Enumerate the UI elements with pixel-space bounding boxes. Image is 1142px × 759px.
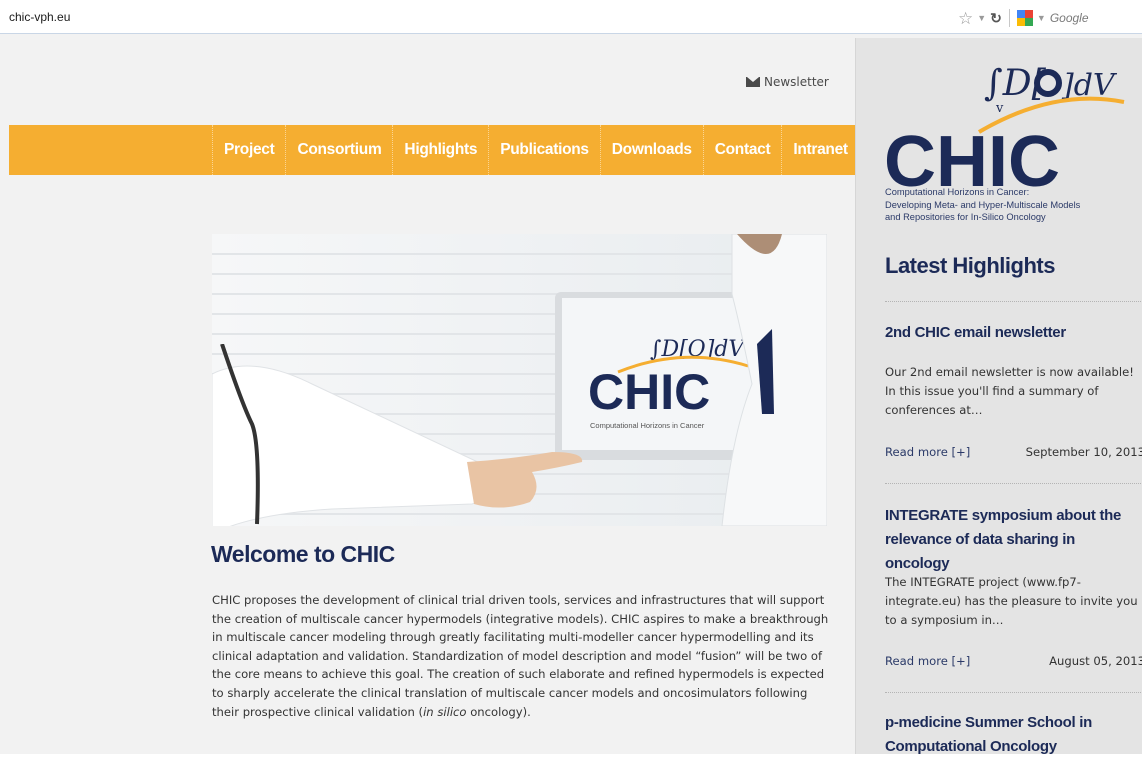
page: Newsletter Project Consortium Highlights… [0, 34, 1142, 755]
doctor-arm-illustration [212, 344, 583, 526]
highlight-title[interactable]: 2nd CHIC email newsletter [885, 321, 1142, 345]
hero-logo-text: CHIC [588, 364, 710, 420]
highlight-excerpt: The INTEGRATE project (www.fp7-integrate… [885, 575, 1138, 627]
tagline-line-1: Computational Horizons in Cancer: [885, 187, 1030, 197]
tagline-line-3: and Repositories for In-Silico Oncology [885, 212, 1046, 222]
history-dropdown-icon[interactable]: ▼ [977, 13, 986, 23]
nav-highlights[interactable]: Highlights [392, 125, 488, 175]
divider [885, 692, 1142, 693]
tagline: Computational Horizons in Cancer: Develo… [885, 186, 1142, 224]
envelope-icon [746, 77, 760, 87]
sidebar: ∫D[ ]dV v CHIC Computational Horizons in… [855, 38, 1142, 755]
highlight-excerpt: Our 2nd email newsletter is now availabl… [885, 365, 1134, 417]
highlight-date: September 10, 2013 [1025, 445, 1142, 459]
reload-icon[interactable]: ↻ [990, 10, 1002, 27]
bookmark-star-icon[interactable]: ☆ [958, 10, 973, 27]
read-more-link[interactable]: Read more [+] [885, 445, 970, 459]
search-box[interactable]: Google [1050, 11, 1089, 25]
divider [885, 301, 1142, 302]
address-bar[interactable]: chic-vph.eu [9, 10, 70, 24]
newsletter-link[interactable]: Newsletter [746, 75, 829, 89]
latest-highlights-heading: Latest Highlights [885, 253, 1055, 278]
nav-contact[interactable]: Contact [702, 125, 782, 175]
newsletter-label: Newsletter [764, 75, 829, 89]
browser-tools: ☆ ▼ ↻ ▼ Google [958, 8, 1089, 28]
highlight-title[interactable]: INTEGRATE symposium about the relevance … [885, 504, 1142, 576]
highlight-meta: Read more [+] August 05, 2013 [885, 654, 1142, 668]
main-nav: Project Consortium Highlights Publicatio… [9, 125, 860, 175]
browser-toolbar: chic-vph.eu ☆ ▼ ↻ ▼ Google [0, 0, 1142, 34]
intro-paragraph: CHIC proposes the development of clinica… [212, 591, 830, 721]
svg-text:v: v [995, 101, 1004, 116]
nav-publications[interactable]: Publications [488, 125, 600, 175]
nav-project[interactable]: Project [212, 125, 285, 175]
doctor-illustration [721, 234, 827, 526]
read-more-link[interactable]: Read more [+] [885, 654, 970, 668]
tagline-line-2: Developing Meta- and Hyper-Multiscale Mo… [885, 199, 1081, 210]
search-engine-dropdown-icon[interactable]: ▼ [1037, 13, 1046, 23]
hero-screen-caption: Computational Horizons in Cancer [590, 421, 705, 430]
hero-image: ∫D[O]dV CHIC Computational Horizons in C… [212, 234, 827, 526]
nav-downloads[interactable]: Downloads [599, 125, 703, 175]
highlight-title[interactable]: p-medicine Summer School in Computationa… [885, 711, 1142, 759]
nav-consortium[interactable]: Consortium [285, 125, 392, 175]
chic-logo[interactable]: ∫D[ ]dV v CHIC [884, 50, 1134, 190]
highlight-date: August 05, 2013 [1049, 654, 1142, 668]
page-title: Welcome to CHIC [211, 541, 395, 567]
toolbar-separator [1008, 9, 1010, 27]
sidebar-logo-text: CHIC [884, 122, 1060, 190]
search-engine-icon[interactable] [1016, 10, 1033, 26]
highlight-meta: Read more [+] September 10, 2013 [885, 445, 1142, 459]
nav-intranet[interactable]: Intranet [781, 125, 860, 175]
intro-italic: in silico [423, 704, 467, 719]
divider [885, 483, 1142, 484]
intro-text-end: oncology). [466, 704, 531, 719]
intro-text: CHIC proposes the development of clinica… [212, 593, 829, 719]
